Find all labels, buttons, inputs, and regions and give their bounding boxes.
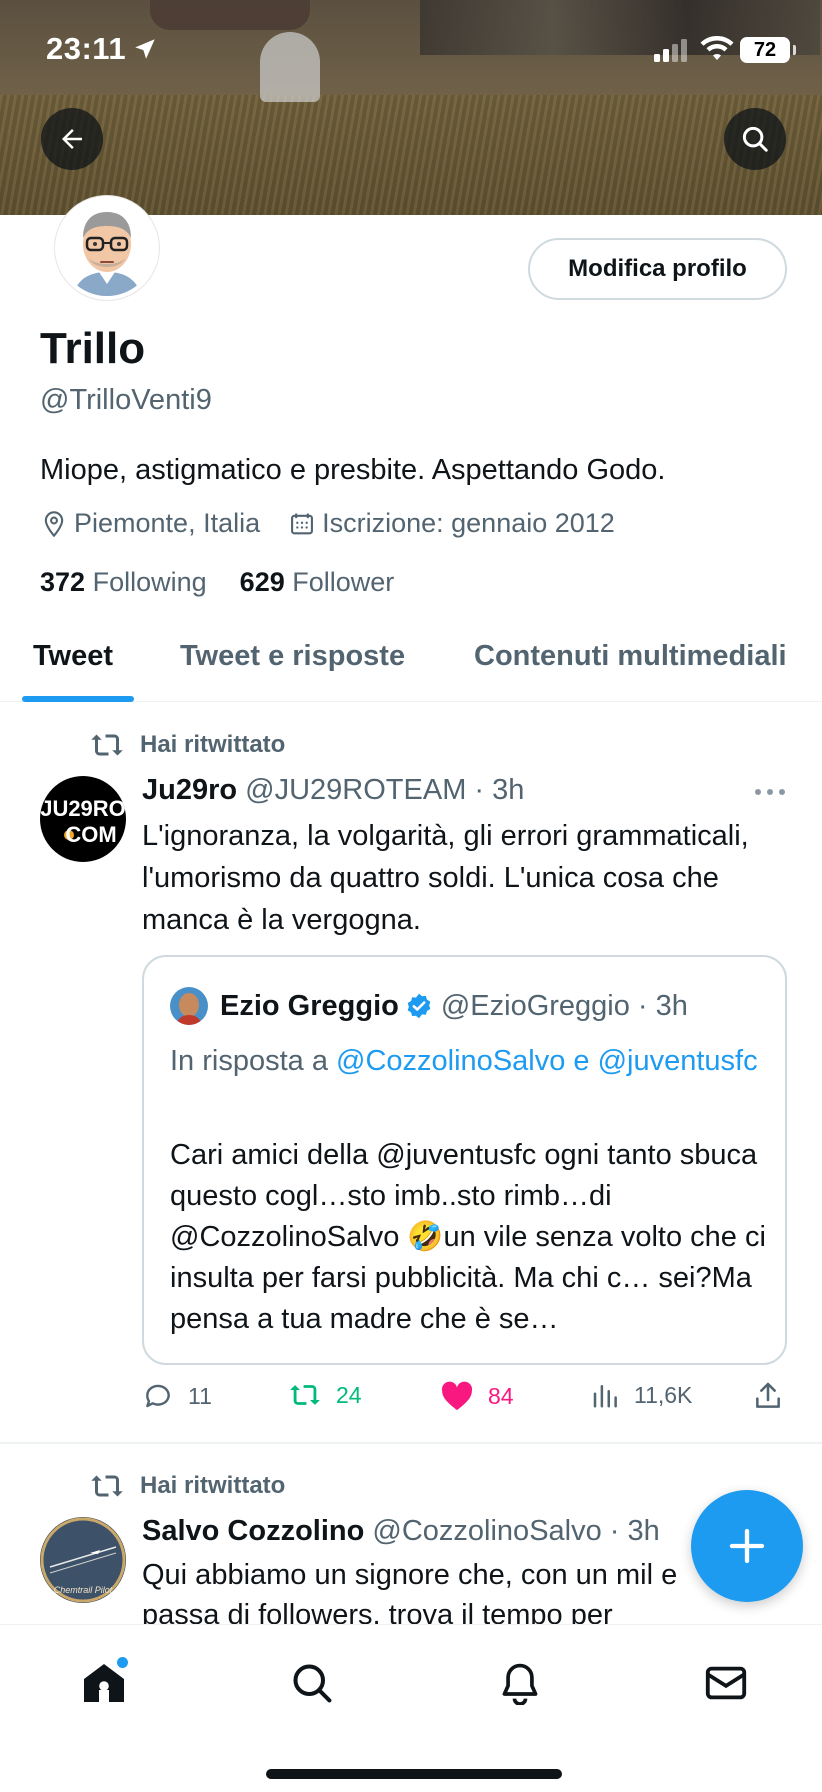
tweet-author-handle: @CozzolinoSalvo · 3h: [372, 1515, 660, 1547]
notification-dot: [117, 1657, 128, 1668]
quoted-tweet-header: Ezio Greggio @EzioGreggio · 3h: [170, 987, 688, 1025]
nav-messages[interactable]: [696, 1653, 756, 1713]
profile-handle: @TrilloVenti9: [40, 384, 212, 416]
profile-bio: Miope, astigmatico e presbite. Aspettand…: [40, 454, 666, 486]
profile-avatar[interactable]: [55, 196, 159, 300]
active-tab-indicator: [22, 696, 134, 702]
retweet-label: Hai ritwittato: [140, 731, 286, 758]
nav-notifications[interactable]: [490, 1653, 550, 1713]
followers-link[interactable]: 629 Follower: [240, 567, 395, 597]
nav-home[interactable]: [74, 1653, 134, 1713]
retweet-icon: [290, 1385, 320, 1405]
tweet-avatar-ju29ro[interactable]: JU29RO COM: [40, 776, 126, 862]
profile-tabs: Tweet Tweet e risposte Contenuti multime…: [0, 620, 822, 702]
quoted-author-name: Ezio Greggio: [220, 989, 399, 1022]
ju29ro-logo-line2: COM: [65, 822, 116, 847]
tab-tweet[interactable]: Tweet: [33, 640, 113, 673]
tweet-header: Ju29ro @JU29ROTEAM · 3h: [142, 774, 524, 807]
mail-icon: [705, 1666, 747, 1700]
compose-tweet-button[interactable]: [691, 1490, 803, 1602]
views-chart-icon: [593, 1385, 617, 1408]
quoted-tweet[interactable]: Ezio Greggio @EzioGreggio · 3h In rispos…: [142, 955, 787, 1365]
edit-profile-button[interactable]: Modifica profilo: [528, 238, 787, 300]
tweet-actions: 11 24 84 11,6K: [142, 1380, 792, 1420]
ezio-greggio-avatar-icon: [170, 987, 208, 1025]
ju29ro-logo-icon: JU29RO COM: [40, 796, 126, 847]
battery-indicator: 72: [740, 37, 796, 63]
like-count: 84: [488, 1382, 514, 1409]
tweet-text: Qui abbiamo un signore che, con un mil e…: [142, 1559, 678, 1625]
quoted-author-handle: @EzioGreggio · 3h: [440, 989, 688, 1022]
ju29ro-logo-line1: JU29RO: [40, 796, 126, 821]
calendar-icon: [291, 513, 314, 534]
wifi-icon: [700, 36, 734, 60]
reply-button[interactable]: 11: [142, 1380, 212, 1412]
more-options-icon[interactable]: [754, 788, 786, 796]
retweet-label: Hai ritwittato: [140, 1472, 286, 1499]
tab-contenuti-multimediali[interactable]: Contenuti multimediali: [474, 640, 787, 673]
views-button[interactable]: 11,6K: [590, 1380, 692, 1410]
bottom-navigation: [0, 1624, 822, 1792]
tweet-author-handle: @JU29ROTEAM · 3h: [245, 774, 525, 806]
share-icon: [756, 1382, 780, 1408]
search-button[interactable]: [724, 108, 786, 170]
retweet-count: 24: [336, 1381, 362, 1408]
search-icon: [293, 1664, 332, 1703]
tweet-text: L'ignoranza, la volgarità, gli errori gr…: [142, 820, 749, 936]
views-count: 11,6K: [634, 1381, 693, 1408]
profile-joined: Iscrizione: gennaio 2012: [322, 508, 615, 538]
retweet-indicator: Hai ritwittato: [88, 730, 285, 760]
status-time: 23:11: [46, 31, 127, 66]
mention-link-juventusfc[interactable]: @juventusfc: [598, 1045, 758, 1077]
heart-icon: [441, 1381, 473, 1411]
profile-meta: Piemonte, Italia Iscrizione: gennaio 201…: [40, 508, 615, 539]
search-icon: [742, 126, 768, 152]
reply-count: 11: [188, 1382, 212, 1409]
banner-grass: [0, 95, 822, 215]
reply-context: In risposta a @CozzolinoSalvo e @juventu…: [170, 1039, 770, 1084]
quoted-tweet-text: Cari amici della @juventusfc ogni tanto …: [170, 1139, 766, 1335]
back-button[interactable]: [41, 108, 103, 170]
tweet-author-name[interactable]: Salvo Cozzolino: [142, 1515, 364, 1547]
tweet-author-name[interactable]: Ju29ro: [142, 774, 237, 806]
follow-stats: 372 Following 629 Follower: [40, 567, 394, 598]
tab-tweet-e-risposte[interactable]: Tweet e risposte: [180, 640, 405, 673]
chemtrail-pilot-logo-text: Chemtrail Pilot: [54, 1585, 113, 1595]
followers-count: 629: [239, 567, 285, 597]
memoji-avatar-icon: [59, 200, 155, 296]
tweet-divider: [0, 1442, 822, 1444]
following-count: 372: [40, 567, 86, 597]
tweet-avatar-chemtrail-pilot[interactable]: Chemtrail Pilot: [40, 1517, 126, 1603]
nav-search[interactable]: [282, 1653, 342, 1713]
bell-icon: [502, 1663, 538, 1705]
location-arrow-icon: [135, 39, 155, 59]
chemtrail-pilot-logo-icon: Chemtrail Pilot: [40, 1517, 126, 1603]
retweet-indicator: Hai ritwittato: [88, 1471, 285, 1501]
followers-label: Follower: [292, 567, 395, 597]
mention-link-cozzolinosalvo[interactable]: @CozzolinoSalvo: [336, 1045, 565, 1077]
plus-icon: [729, 1528, 765, 1564]
like-button[interactable]: 84: [440, 1380, 514, 1412]
reply-prefix: In risposta a: [170, 1045, 337, 1077]
quoted-tweet-avatar: [170, 987, 208, 1025]
reply-and: e: [565, 1045, 598, 1077]
share-button[interactable]: [752, 1380, 798, 1412]
retweet-icon: [91, 734, 123, 756]
following-label: Following: [92, 567, 207, 597]
retweet-button[interactable]: 24: [288, 1380, 362, 1410]
home-indicator: [266, 1769, 562, 1779]
tweet-header: Salvo Cozzolino @CozzolinoSalvo · 3h: [142, 1515, 660, 1548]
arrow-left-icon: [62, 129, 82, 149]
profile-name: Trillo: [40, 324, 146, 373]
status-bar: 23:11 72: [0, 0, 822, 100]
retweet-icon: [91, 1475, 123, 1497]
verified-badge-icon: [407, 993, 431, 1019]
cellular-signal-icon: [654, 39, 687, 62]
following-link[interactable]: 372 Following: [40, 567, 207, 597]
location-pin-icon: [44, 510, 64, 537]
reply-icon: [146, 1384, 170, 1408]
profile-location: Piemonte, Italia: [74, 508, 261, 538]
